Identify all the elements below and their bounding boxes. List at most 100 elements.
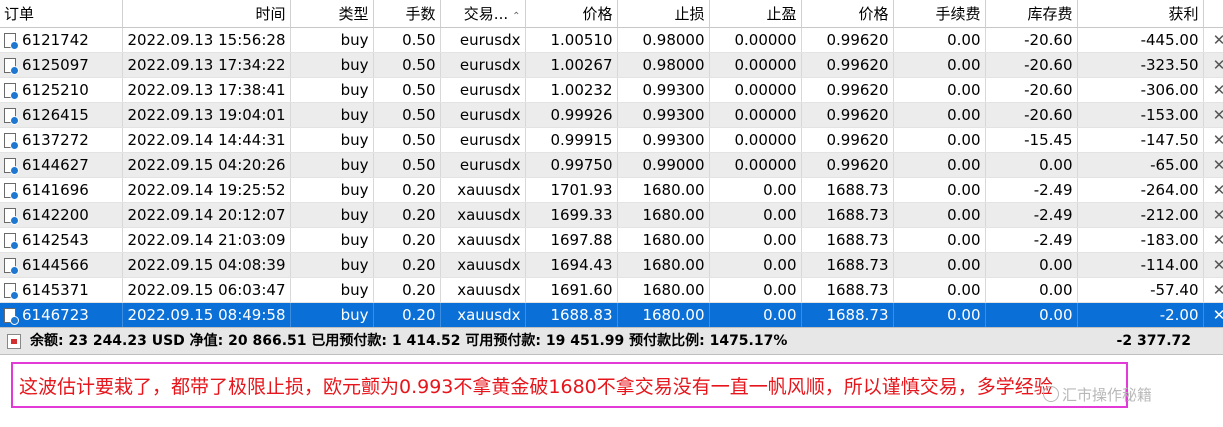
- order-document-icon: [4, 58, 19, 75]
- column-header-swap[interactable]: 库存费: [985, 0, 1078, 28]
- table-row[interactable]: 6144566 2022.09.15 04:08:39 buy 0.20 xauusdx…: [0, 252, 1223, 278]
- cell-symbol-value: eurusdx: [459, 56, 521, 74]
- table-row[interactable]: 6144627 2022.09.15 04:20:26 buy 0.50 eurusdx…: [0, 152, 1223, 178]
- cell-take-profit: 0.00000: [709, 52, 802, 78]
- cell-stop-loss-value: 1680.00: [642, 181, 705, 199]
- close-order-button[interactable]: ✕: [1203, 52, 1223, 78]
- close-order-button[interactable]: ✕: [1203, 202, 1223, 228]
- cell-stop-loss: 1680.00: [617, 202, 710, 228]
- cell-symbol: eurusdx: [440, 127, 526, 153]
- cell-current-price-value: 1688.73: [826, 256, 889, 274]
- cell-volume: 0.50: [373, 52, 441, 78]
- cell-open-price: 1694.43: [525, 252, 618, 278]
- cell-swap: -20.60: [985, 52, 1078, 78]
- table-row[interactable]: 6125210 2022.09.13 17:38:41 buy 0.50 eurusdx…: [0, 77, 1223, 103]
- cell-time: 2022.09.13 15:56:28: [122, 27, 291, 53]
- cell-volume-value: 0.20: [402, 206, 436, 224]
- cell-type-value: buy: [340, 81, 369, 99]
- cell-volume-value: 0.20: [402, 231, 436, 249]
- cell-take-profit-value: 0.00000: [734, 81, 797, 99]
- cell-current-price: 1688.73: [801, 277, 894, 303]
- close-icon: ✕: [1208, 281, 1223, 299]
- close-order-button[interactable]: ✕: [1203, 252, 1223, 278]
- cell-order-value: 6125210: [22, 81, 89, 99]
- close-icon: ✕: [1208, 256, 1223, 274]
- cell-time: 2022.09.15 04:08:39: [122, 252, 291, 278]
- table-row[interactable]: 6137272 2022.09.14 14:44:31 buy 0.50 eurusdx…: [0, 127, 1223, 153]
- cell-symbol-value: xauusdx: [457, 256, 521, 274]
- close-order-button[interactable]: ✕: [1203, 27, 1223, 53]
- cell-volume-value: 0.50: [402, 106, 436, 124]
- cell-order: 6142200: [0, 202, 123, 228]
- close-order-button[interactable]: ✕: [1203, 227, 1223, 253]
- close-order-button[interactable]: ✕: [1203, 177, 1223, 203]
- close-icon: ✕: [1208, 306, 1223, 324]
- table-row[interactable]: 6141696 2022.09.14 19:25:52 buy 0.20 xauusdx…: [0, 177, 1223, 203]
- close-order-button[interactable]: ✕: [1203, 77, 1223, 103]
- column-header-time[interactable]: 时间: [122, 0, 291, 28]
- cell-symbol: xauusdx: [440, 202, 526, 228]
- cell-open-price-value: 1.00267: [550, 56, 613, 74]
- cell-open-price-value: 1.00232: [550, 81, 613, 99]
- table-row[interactable]: 6142543 2022.09.14 21:03:09 buy 0.20 xauusdx…: [0, 227, 1223, 253]
- order-document-icon: [4, 108, 19, 125]
- table-row[interactable]: 6145371 2022.09.15 06:03:47 buy 0.20 xauusdx…: [0, 277, 1223, 303]
- cell-swap: 0.00: [985, 152, 1078, 178]
- close-order-button[interactable]: ✕: [1203, 127, 1223, 153]
- column-header-open-price[interactable]: 价格: [525, 0, 618, 28]
- cell-symbol-value: eurusdx: [459, 156, 521, 174]
- cell-open-price: 1688.83: [525, 302, 618, 328]
- cell-stop-loss-value: 0.99300: [642, 81, 705, 99]
- cell-profit: -183.00: [1077, 227, 1204, 253]
- total-profit: -2 377.72: [1116, 333, 1191, 349]
- cell-swap-value: -20.60: [1024, 31, 1073, 49]
- column-header-current-price[interactable]: 价格: [801, 0, 894, 28]
- cell-profit: -57.40: [1077, 277, 1204, 303]
- close-order-button[interactable]: ✕: [1203, 152, 1223, 178]
- cell-take-profit: 0.00: [709, 202, 802, 228]
- cell-commission: 0.00: [893, 52, 986, 78]
- cell-volume-value: 0.50: [402, 156, 436, 174]
- cell-current-price: 1688.73: [801, 227, 894, 253]
- cell-take-profit-value: 0.00: [763, 256, 797, 274]
- close-icon: ✕: [1208, 156, 1223, 174]
- column-header-volume[interactable]: 手数: [373, 0, 441, 28]
- cell-type: buy: [290, 277, 374, 303]
- column-header-take-profit[interactable]: 止盈: [709, 0, 802, 28]
- cell-current-price: 0.99620: [801, 77, 894, 103]
- watermark-text: 汇市操作秘籍: [1062, 386, 1153, 404]
- table-row[interactable]: 6142200 2022.09.14 20:12:07 buy 0.20 xauusdx…: [0, 202, 1223, 228]
- table-row[interactable]: 6125097 2022.09.13 17:34:22 buy 0.50 eurusdx…: [0, 52, 1223, 78]
- cell-symbol-value: xauusdx: [457, 281, 521, 299]
- close-order-button[interactable]: ✕: [1203, 277, 1223, 303]
- column-header-commission[interactable]: 手续费: [893, 0, 986, 28]
- cell-take-profit-value: 0.00: [763, 206, 797, 224]
- cell-current-price-value: 0.99620: [826, 131, 889, 149]
- close-order-button[interactable]: ✕: [1203, 302, 1223, 328]
- cell-symbol: eurusdx: [440, 152, 526, 178]
- annotation-note: 这波估计要栽了，都带了极限止损，欧元颤为0.993不拿黄金破1680不拿交易没有…: [11, 362, 1128, 408]
- cell-open-price-value: 1.00510: [550, 31, 613, 49]
- cell-order-value: 6137272: [22, 131, 89, 149]
- cell-swap-value: 0.00: [1039, 306, 1073, 324]
- column-header-type[interactable]: 类型: [290, 0, 374, 28]
- cell-profit-value: -306.00: [1140, 81, 1199, 99]
- cell-swap: 0.00: [985, 252, 1078, 278]
- cell-take-profit: 0.00000: [709, 127, 802, 153]
- cell-time-value: 2022.09.14 20:12:07: [127, 206, 286, 224]
- close-order-button[interactable]: ✕: [1203, 102, 1223, 128]
- cell-swap: -2.49: [985, 227, 1078, 253]
- cell-time-value: 2022.09.15 06:03:47: [127, 281, 286, 299]
- table-row[interactable]: 6146723 2022.09.15 08:49:58 buy 0.20 xauusdx…: [0, 302, 1223, 328]
- cell-open-price-value: 1697.88: [550, 231, 613, 249]
- column-header-order[interactable]: 订单: [0, 0, 123, 28]
- table-row[interactable]: 6126415 2022.09.13 19:04:01 buy 0.50 eurusdx…: [0, 102, 1223, 128]
- cell-time: 2022.09.14 14:44:31: [122, 127, 291, 153]
- column-header-profit[interactable]: 获利: [1077, 0, 1204, 28]
- column-header-symbol[interactable]: 交易... ⌃: [440, 0, 526, 28]
- cell-order-value: 6146723: [22, 306, 89, 324]
- table-row[interactable]: 6121742 2022.09.13 15:56:28 buy 0.50 eurusdx…: [0, 27, 1223, 53]
- column-header-stop-loss[interactable]: 止损: [617, 0, 710, 28]
- cell-type-value: buy: [340, 156, 369, 174]
- cell-profit-value: -264.00: [1140, 181, 1199, 199]
